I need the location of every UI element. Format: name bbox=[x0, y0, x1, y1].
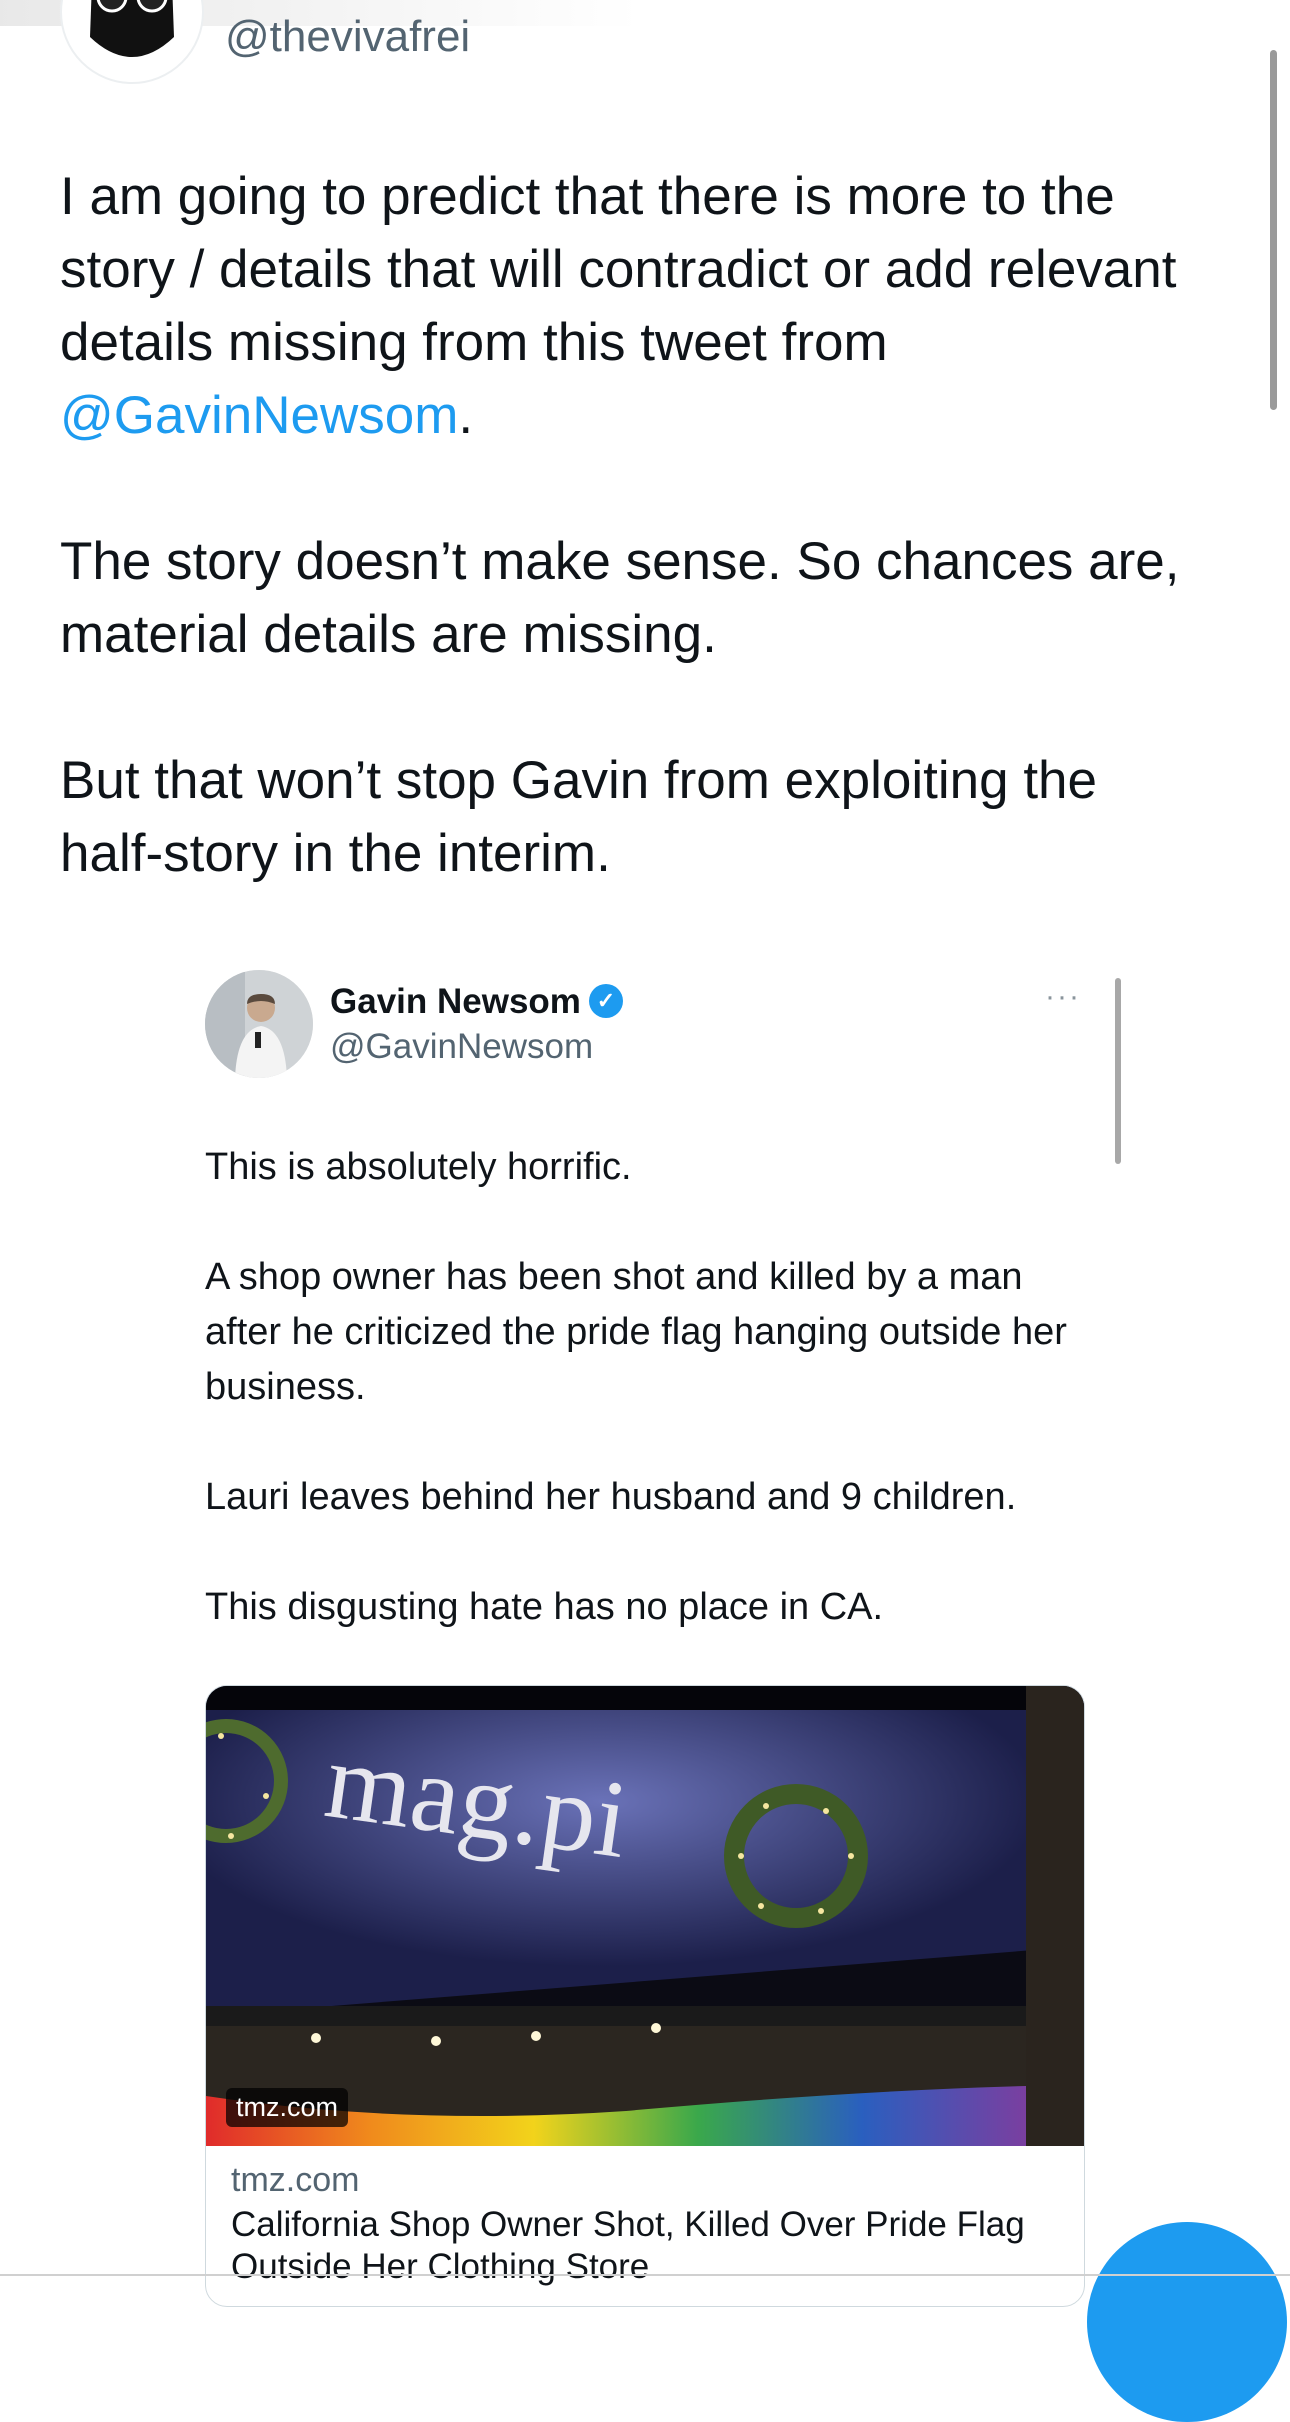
quoted-author-name[interactable]: Gavin Newsom ✓ bbox=[330, 982, 623, 1022]
tweet-body: I am going to predict that there is more… bbox=[60, 160, 1210, 963]
quoted-scrollbar[interactable] bbox=[1115, 978, 1121, 1164]
tweet-paragraph-1: I am going to predict that there is more… bbox=[60, 160, 1210, 452]
tweet-text-segment: I am going to predict that there is more… bbox=[60, 167, 1177, 372]
quoted-tweet-body: This is absolutely horrific. A shop owne… bbox=[205, 1140, 1085, 1690]
tweet-paragraph-3: But that won’t stop Gavin from exploitin… bbox=[60, 751, 1097, 883]
scrollbar[interactable] bbox=[1270, 50, 1277, 410]
link-card-domain: tmz.com bbox=[231, 2161, 360, 2199]
quoted-author-name-text: Gavin Newsom bbox=[330, 982, 581, 1021]
quoted-paragraph-2: A shop owner has been shot and killed by… bbox=[205, 1256, 1067, 1408]
author-handle[interactable]: @thevivafrei bbox=[225, 12, 470, 62]
quoted-paragraph-4: This disgusting hate has no place in CA. bbox=[205, 1586, 884, 1628]
tweet-text-period: . bbox=[458, 386, 474, 445]
mention-link[interactable]: @GavinNewsom bbox=[60, 386, 458, 445]
compose-button[interactable] bbox=[1087, 2222, 1287, 2422]
quoted-author-handle[interactable]: @GavinNewsom bbox=[330, 1027, 593, 1067]
link-card[interactable]: mag.pi tmz.com tmz.com California Shop O… bbox=[205, 1685, 1085, 2307]
verified-icon: ✓ bbox=[588, 983, 623, 1018]
masked-face-icon bbox=[90, 0, 174, 57]
bottom-divider bbox=[0, 2274, 1290, 2276]
quoted-paragraph-3: Lauri leaves behind her husband and 9 ch… bbox=[205, 1476, 1017, 1518]
storefront-photo: mag.pi bbox=[206, 1686, 1084, 2146]
tweet-paragraph-2: The story doesn’t make sense. So chances… bbox=[60, 532, 1180, 664]
quoted-tweet[interactable]: Gavin Newsom ✓ @GavinNewsom ··· This is a… bbox=[205, 970, 1121, 2307]
link-card-image[interactable]: mag.pi tmz.com bbox=[206, 1686, 1084, 2146]
image-domain-badge: tmz.com bbox=[226, 2088, 349, 2127]
quoted-paragraph-1: This is absolutely horrific. bbox=[205, 1146, 632, 1188]
person-photo-icon bbox=[205, 970, 313, 1078]
author-avatar[interactable] bbox=[60, 0, 204, 84]
quoted-author-avatar[interactable] bbox=[205, 970, 313, 1078]
more-options-icon[interactable]: ··· bbox=[1045, 980, 1081, 1014]
